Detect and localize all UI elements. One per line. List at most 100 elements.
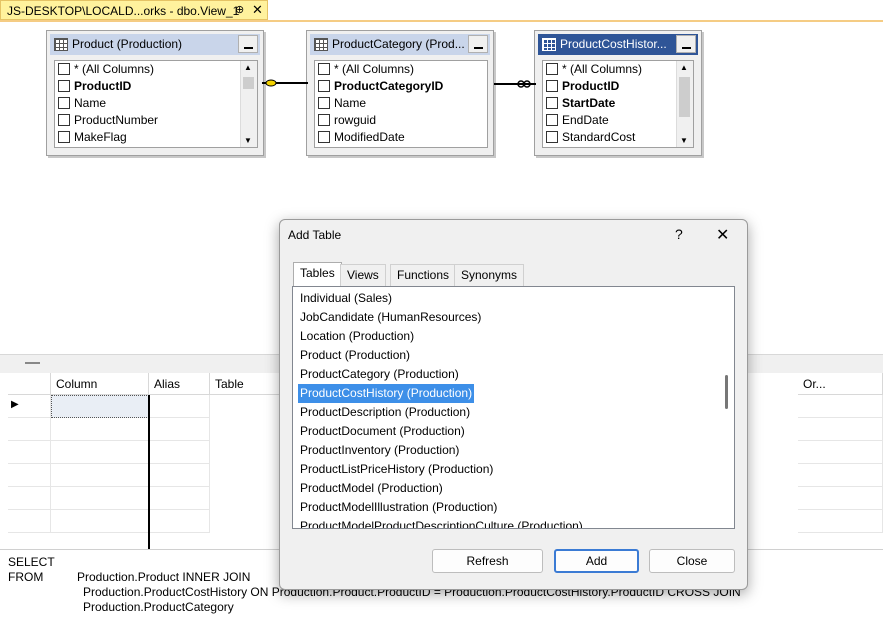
close-tab-icon[interactable]: ✕ xyxy=(252,2,263,18)
column-row[interactable]: ProductNumber xyxy=(55,112,257,129)
grid-cell[interactable] xyxy=(51,510,149,533)
table-box-header[interactable]: ProductCostHistor... xyxy=(538,34,698,55)
column-checkbox[interactable] xyxy=(58,97,70,109)
column-checkbox[interactable] xyxy=(318,114,330,126)
grid-header-table[interactable]: Table xyxy=(210,373,280,395)
column-row[interactable]: Name xyxy=(315,95,487,112)
column-checkbox[interactable] xyxy=(318,97,330,109)
table-box-product[interactable]: Product (Production) * (All Columns) Pro… xyxy=(46,30,264,156)
column-row[interactable]: * (All Columns) xyxy=(55,61,257,78)
column-checkbox[interactable] xyxy=(546,97,558,109)
table-box-header[interactable]: Product (Production) xyxy=(50,34,260,55)
table-box-productcosthistory[interactable]: ProductCostHistor... * (All Columns) Pro… xyxy=(534,30,702,156)
list-item[interactable]: ProductModelIllustration (Production) xyxy=(298,498,499,517)
list-item[interactable]: ProductInventory (Production) xyxy=(298,441,461,460)
grid-header-alias[interactable]: Alias xyxy=(149,373,210,395)
grid-cell[interactable] xyxy=(51,441,149,464)
column-row[interactable]: ProductID xyxy=(55,78,257,95)
add-table-dialog[interactable]: Add Table ? ✕ Tables Views Functions Syn… xyxy=(279,219,748,590)
minimize-button[interactable] xyxy=(468,35,488,53)
refresh-button[interactable]: Refresh xyxy=(432,549,543,573)
list-item[interactable]: Product (Production) xyxy=(298,346,412,365)
column-row[interactable]: StartDate xyxy=(543,95,693,112)
column-row[interactable]: StandardCost xyxy=(543,129,693,146)
row-selector[interactable] xyxy=(8,441,51,464)
column-list[interactable]: * (All Columns) ProductID Name ProductNu… xyxy=(54,60,258,148)
grid-cell[interactable] xyxy=(51,464,149,487)
column-checkbox[interactable] xyxy=(318,63,330,75)
column-checkbox[interactable] xyxy=(318,131,330,143)
document-tab[interactable]: JS-DESKTOP\LOCALD...orks - dbo.View_1 ⊕ … xyxy=(0,0,268,20)
list-item[interactable]: ProductDescription (Production) xyxy=(298,403,472,422)
pin-icon[interactable]: ⊕ xyxy=(235,3,244,16)
row-selector[interactable] xyxy=(8,418,51,441)
close-button[interactable]: Close xyxy=(649,549,735,573)
row-selector[interactable] xyxy=(8,510,51,533)
grid-cell[interactable] xyxy=(798,464,883,487)
tab-views[interactable]: Views xyxy=(340,264,386,286)
add-button[interactable]: Add xyxy=(554,549,639,573)
scroll-down-icon[interactable]: ▼ xyxy=(680,136,688,145)
splitter-grip-icon[interactable] xyxy=(25,362,40,364)
scroll-up-icon[interactable]: ▲ xyxy=(244,63,252,72)
column-checkbox[interactable] xyxy=(546,114,558,126)
column-row[interactable]: ProductCategoryID xyxy=(315,78,487,95)
tab-synonyms[interactable]: Synonyms xyxy=(454,264,525,286)
scroll-up-icon[interactable]: ▲ xyxy=(680,63,688,72)
list-item[interactable]: ProductCategory (Production) xyxy=(298,365,461,384)
grid-cell[interactable] xyxy=(149,441,210,464)
table-listbox[interactable]: Individual (Sales) JobCandidate (HumanRe… xyxy=(292,286,735,529)
grid-header-or[interactable]: Or... xyxy=(798,373,883,395)
grid-cell[interactable] xyxy=(149,418,210,441)
column-row[interactable]: MakeFlag xyxy=(55,129,257,146)
scroll-down-icon[interactable]: ▼ xyxy=(244,136,252,145)
join-line-inner[interactable] xyxy=(262,76,308,90)
column-checkbox[interactable] xyxy=(546,80,558,92)
column-checkbox[interactable] xyxy=(546,131,558,143)
row-selector[interactable] xyxy=(8,464,51,487)
table-box-productcategory[interactable]: ProductCategory (Prod... * (All Columns)… xyxy=(306,30,494,156)
list-item[interactable]: ProductDocument (Production) xyxy=(298,422,467,441)
grid-cell-column-active[interactable] xyxy=(51,395,149,418)
column-list[interactable]: * (All Columns) ProductID StartDate EndD… xyxy=(542,60,694,148)
list-item[interactable]: Individual (Sales) xyxy=(298,289,394,308)
listbox-scrollbar[interactable] xyxy=(717,287,734,528)
column-checkbox[interactable] xyxy=(58,114,70,126)
column-row[interactable]: ProductID xyxy=(543,78,693,95)
grid-cell[interactable] xyxy=(798,510,883,533)
column-row[interactable]: * (All Columns) xyxy=(543,61,693,78)
grid-cell[interactable] xyxy=(149,395,210,418)
column-list[interactable]: * (All Columns) ProductCategoryID Name r… xyxy=(314,60,488,148)
grid-cell[interactable] xyxy=(149,487,210,510)
list-item[interactable]: Location (Production) xyxy=(298,327,416,346)
grid-cell[interactable] xyxy=(798,395,883,418)
list-item[interactable]: ProductModelProductDescriptionCulture (P… xyxy=(298,517,585,528)
list-item[interactable]: ProductListPriceHistory (Production) xyxy=(298,460,495,479)
grid-cell[interactable] xyxy=(798,418,883,441)
column-row[interactable]: ModifiedDate xyxy=(315,129,487,146)
minimize-button[interactable] xyxy=(676,35,696,53)
scroll-thumb[interactable] xyxy=(725,375,728,409)
tab-tables[interactable]: Tables xyxy=(293,262,342,287)
join-line-cross[interactable] xyxy=(494,78,536,90)
tab-functions[interactable]: Functions xyxy=(390,264,457,286)
grid-cell[interactable] xyxy=(798,487,883,510)
grid-cell[interactable] xyxy=(149,464,210,487)
column-list-scrollbar[interactable]: ▲ ▼ xyxy=(240,61,257,147)
column-checkbox[interactable] xyxy=(318,80,330,92)
column-row[interactable]: Name xyxy=(55,95,257,112)
grid-cell[interactable] xyxy=(51,418,149,441)
column-row[interactable]: * (All Columns) xyxy=(315,61,487,78)
scroll-thumb[interactable] xyxy=(243,77,254,89)
help-button[interactable]: ? xyxy=(675,226,683,242)
minimize-button[interactable] xyxy=(238,35,258,53)
list-item[interactable]: ProductModel (Production) xyxy=(298,479,445,498)
grid-cell[interactable] xyxy=(798,441,883,464)
list-item[interactable]: JobCandidate (HumanResources) xyxy=(298,308,483,327)
scroll-thumb[interactable] xyxy=(679,77,690,117)
row-selector[interactable]: ▶ xyxy=(8,395,51,418)
grid-cell[interactable] xyxy=(51,487,149,510)
column-checkbox[interactable] xyxy=(58,80,70,92)
column-checkbox[interactable] xyxy=(58,131,70,143)
list-item-selected[interactable]: ProductCostHistory (Production) xyxy=(298,384,475,403)
